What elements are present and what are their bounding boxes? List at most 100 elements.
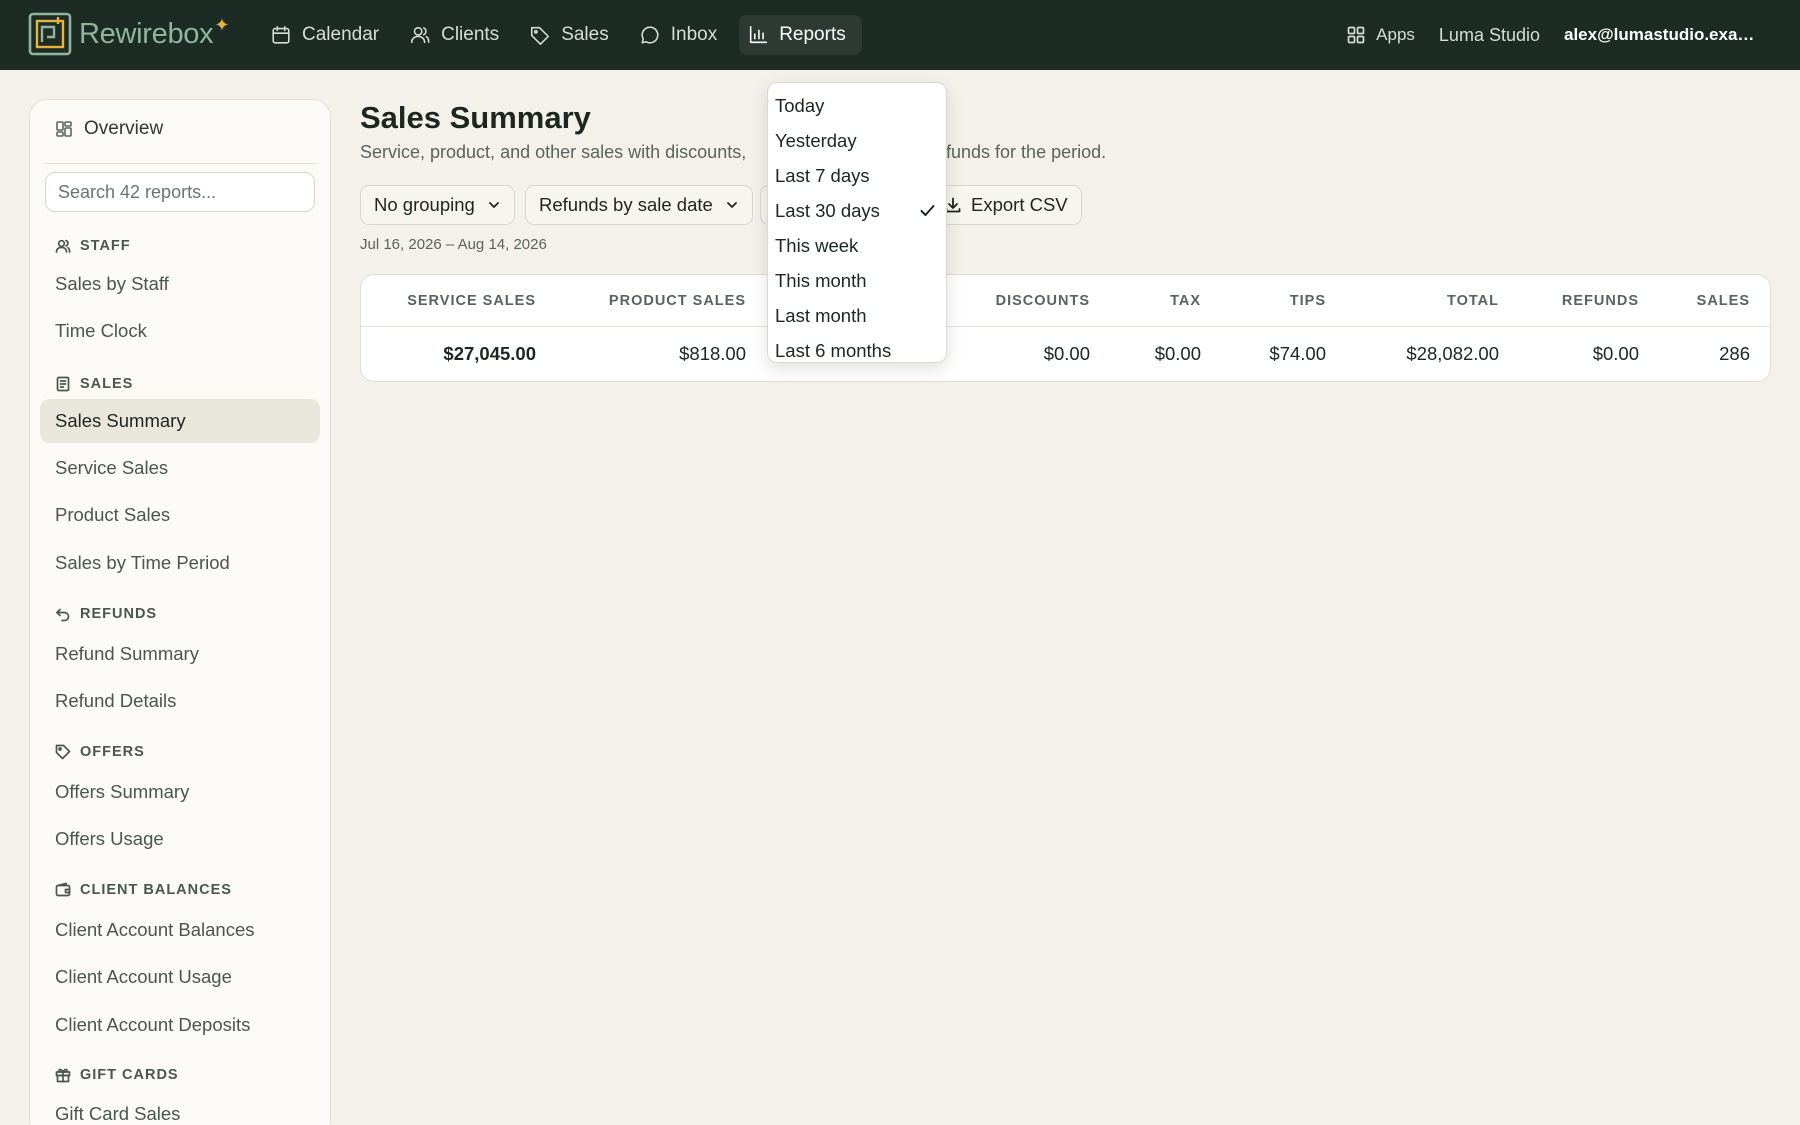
date-range-text: Jul 16, 2026 – Aug 14, 2026 xyxy=(360,236,547,253)
chevron-down-icon xyxy=(726,202,737,208)
date-option-this-week[interactable]: This week xyxy=(768,228,946,263)
nav-calendar-label: Calendar xyxy=(302,24,380,45)
table-header-sales: SALES xyxy=(1696,293,1750,309)
nav-sales-label: Sales xyxy=(561,24,609,45)
studio-switcher[interactable]: Luma Studio xyxy=(1439,25,1540,46)
table-cell-sales: 286 xyxy=(1719,343,1750,364)
sidebar-section-gift-cards: GIFT CARDS xyxy=(55,1067,179,1083)
main-nav: Calendar Clients Sales Inbox Reports xyxy=(262,15,862,55)
brand-logo[interactable]: Rewirebox ✦ xyxy=(28,12,229,56)
rewirebox-logo-icon xyxy=(28,12,72,56)
sidebar-item-refund-summary[interactable]: Refund Summary xyxy=(55,643,199,665)
reports-sidebar: Overview STAFF Sales by Staff Time Clock… xyxy=(29,99,331,1125)
date-option-last-7-days[interactable]: Last 7 days xyxy=(768,158,946,193)
sidebar-item-service-sales[interactable]: Service Sales xyxy=(55,457,168,479)
sidebar-item-offers-usage[interactable]: Offers Usage xyxy=(55,828,164,850)
nav-reports-label: Reports xyxy=(779,24,846,45)
users-icon xyxy=(411,26,430,44)
apps-grid-icon xyxy=(1347,26,1365,44)
date-option-last-30-days-label: Last 30 days xyxy=(775,200,880,221)
sidebar-item-product-sales[interactable]: Product Sales xyxy=(55,504,170,526)
users-icon xyxy=(55,239,71,253)
sidebar-section-staff: STAFF xyxy=(55,238,131,254)
gift-icon xyxy=(55,1068,71,1083)
table-cell-total: $28,082.00 xyxy=(1406,343,1499,364)
table-header-service-sales: SERVICE SALES xyxy=(407,293,536,309)
brand-name: Rewirebox xyxy=(79,17,214,50)
date-option-last-month[interactable]: Last month xyxy=(768,298,946,333)
sidebar-item-time-clock[interactable]: Time Clock xyxy=(55,320,147,342)
sidebar-item-sales-summary[interactable]: Sales Summary xyxy=(40,399,320,443)
sidebar-section-offers: OFFERS xyxy=(55,744,145,760)
refunds-mode-value: Refunds by sale date xyxy=(539,194,713,215)
top-navigation-bar: Rewirebox ✦ Calendar Clients Sales Inbox… xyxy=(0,0,1800,70)
nav-calendar[interactable]: Calendar xyxy=(262,15,395,55)
sparkle-icon: ✦ xyxy=(214,14,230,35)
sidebar-item-client-account-deposits[interactable]: Client Account Deposits xyxy=(55,1014,250,1036)
export-csv-label: Export CSV xyxy=(971,194,1068,215)
top-right-controls: Apps Luma Studio alex@lumastudio.exam... xyxy=(1346,15,1756,55)
date-option-yesterday[interactable]: Yesterday xyxy=(768,123,946,158)
sidebar-divider xyxy=(44,163,316,164)
date-option-today[interactable]: Today xyxy=(768,88,946,123)
sidebar-item-client-account-usage[interactable]: Client Account Usage xyxy=(55,966,232,988)
nav-inbox-label: Inbox xyxy=(670,24,718,45)
sidebar-item-sales-by-time-period[interactable]: Sales by Time Period xyxy=(55,552,230,574)
calendar-icon xyxy=(272,25,290,44)
sidebar-item-overview[interactable]: Overview xyxy=(55,118,163,140)
sidebar-item-gift-card-sales[interactable]: Gift Card Sales xyxy=(55,1103,180,1125)
table-header-refunds: REFUNDS xyxy=(1561,293,1639,309)
table-header-discounts: DISCOUNTS xyxy=(995,293,1090,309)
apps-label: Apps xyxy=(1376,25,1415,44)
grouping-select-value: No grouping xyxy=(374,194,475,215)
tag-icon xyxy=(531,26,550,45)
export-csv-button[interactable]: Export CSV xyxy=(927,185,1082,225)
table-cell-service-sales: $27,045.00 xyxy=(443,343,536,364)
sidebar-item-client-account-balances[interactable]: Client Account Balances xyxy=(55,919,255,941)
check-icon xyxy=(920,205,935,216)
page-subtitle: Service, product, and other sales with d… xyxy=(360,142,1106,163)
chevron-down-icon xyxy=(488,202,499,208)
sales-summary-table: SERVICE SALES PRODUCT SALES DISCOUNTS TA… xyxy=(360,274,1771,382)
table-cell-product-sales: $818.00 xyxy=(679,343,746,364)
table-header-total: TOTAL xyxy=(1447,293,1499,309)
sidebar-section-refunds: REFUNDS xyxy=(55,606,157,622)
nav-inbox[interactable]: Inbox xyxy=(631,15,733,55)
nav-reports[interactable]: Reports xyxy=(739,15,862,55)
table-header-product-sales: PRODUCT SALES xyxy=(608,293,746,309)
page-subtitle-end: efunds for the period. xyxy=(936,142,1107,162)
dashboard-icon xyxy=(56,121,72,137)
table-cell-tax: $0.00 xyxy=(1154,343,1201,364)
table-header-tax: TAX xyxy=(1170,293,1201,309)
wallet-icon xyxy=(55,882,71,897)
date-option-this-month[interactable]: This month xyxy=(768,263,946,298)
account-email[interactable]: alex@lumastudio.exam... xyxy=(1564,25,1756,45)
date-option-last-30-days[interactable]: Last 30 days xyxy=(768,193,946,228)
nav-sales[interactable]: Sales xyxy=(521,15,625,55)
page-subtitle-start: Service, product, and other sales with d… xyxy=(360,142,747,162)
sidebar-item-offers-summary[interactable]: Offers Summary xyxy=(55,781,189,803)
sidebar-section-sales: SALES xyxy=(55,376,133,392)
grouping-select[interactable]: No grouping xyxy=(360,185,515,225)
sidebar-item-sales-by-staff[interactable]: Sales by Staff xyxy=(55,273,169,295)
sidebar-overview-label: Overview xyxy=(84,118,164,139)
receipt-icon xyxy=(56,376,70,392)
table-header-tips: TIPS xyxy=(1289,293,1326,309)
undo-icon xyxy=(56,608,70,622)
refunds-mode-select[interactable]: Refunds by sale date xyxy=(525,185,753,225)
report-search-input[interactable] xyxy=(45,172,315,212)
nav-clients[interactable]: Clients xyxy=(401,15,515,55)
apps-button[interactable]: Apps xyxy=(1346,25,1415,45)
chat-icon xyxy=(641,26,659,44)
table-cell-tips: $74.00 xyxy=(1269,343,1326,364)
table-cell-discounts: $0.00 xyxy=(1043,343,1090,364)
bar-chart-icon xyxy=(750,25,768,44)
sidebar-section-client-balances: CLIENT BALANCES xyxy=(55,882,232,898)
nav-clients-label: Clients xyxy=(441,24,500,45)
date-option-last-6-months[interactable]: Last 6 months xyxy=(768,333,946,368)
table-cell-refunds: $0.00 xyxy=(1592,343,1639,364)
date-range-dropdown: Today Yesterday Last 7 days Last 30 days… xyxy=(767,82,947,363)
page-title: Sales Summary xyxy=(360,100,591,135)
sidebar-item-refund-details[interactable]: Refund Details xyxy=(55,690,176,712)
tag-icon xyxy=(55,744,71,760)
